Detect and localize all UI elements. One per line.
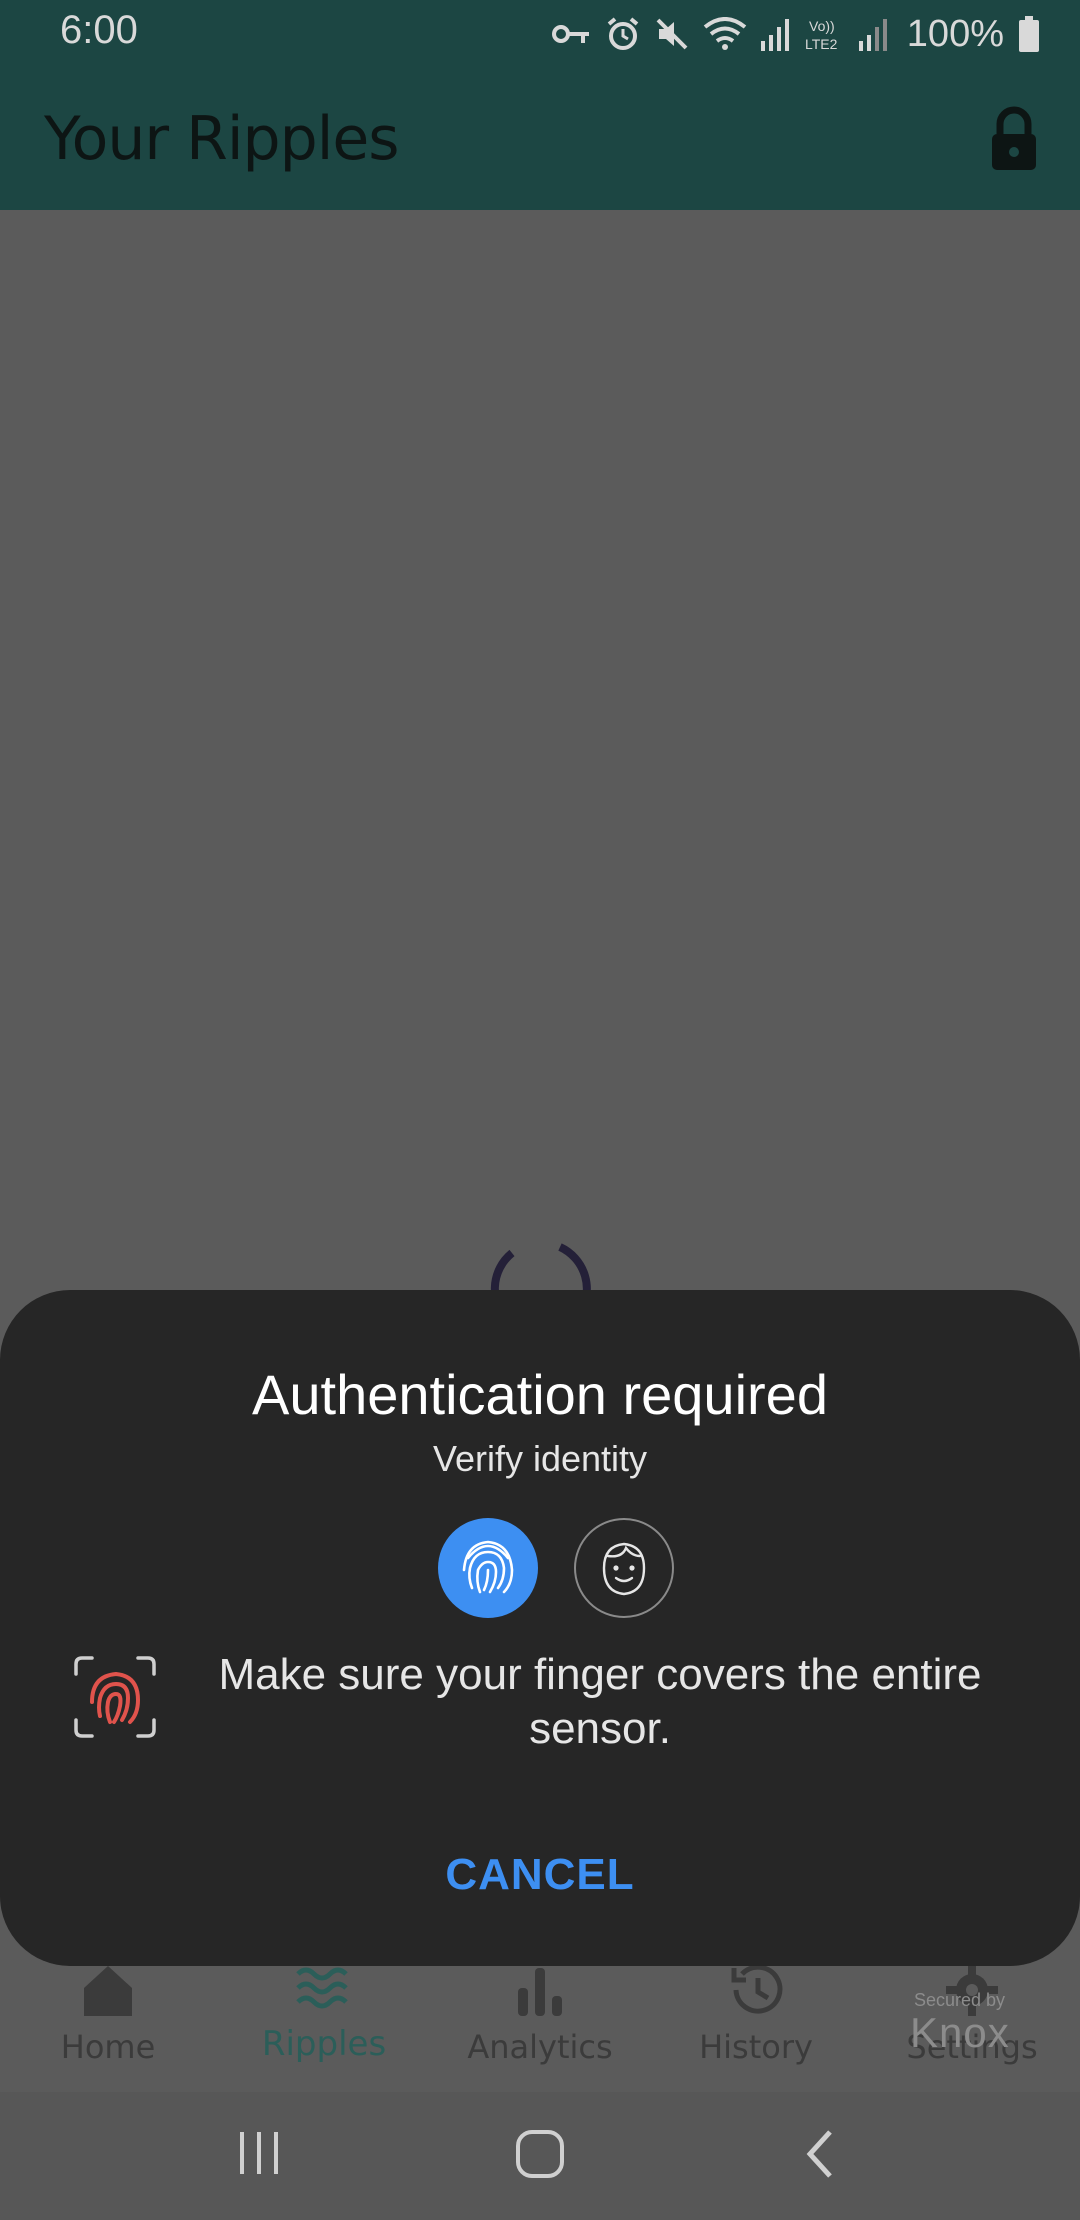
status-time: 6:00 (60, 8, 138, 52)
lock-icon (992, 106, 1036, 170)
fingerprint-option-button[interactable] (438, 1518, 538, 1618)
knox-brand: Knox (910, 2009, 1010, 2056)
cancel-button[interactable]: CANCEL (340, 1830, 740, 1920)
battery-icon (1019, 16, 1039, 52)
auth-dialog: Authentication required Verify identity (0, 1290, 1080, 1966)
home-icon (84, 1966, 132, 2016)
face-option-button[interactable] (574, 1518, 674, 1618)
app-bar: Your Ripples (0, 68, 1080, 210)
nav-label: Analytics (467, 2028, 613, 2066)
status-bar: 6:00 Vo)) LTE2 100% (0, 0, 1080, 68)
auth-hint-text: Make sure your finger covers the entire … (218, 1650, 982, 1753)
face-icon (602, 1542, 646, 1596)
dialog-title: Authentication required (252, 1363, 828, 1426)
back-icon[interactable] (800, 2128, 840, 2180)
svg-text:LTE2: LTE2 (805, 36, 838, 52)
nav-label: History (699, 2028, 813, 2066)
waves-icon (296, 1967, 348, 2009)
home-nav-icon[interactable] (514, 2128, 566, 2180)
knox-watermark: Secured by Knox (910, 1990, 1070, 2057)
signal-icon (760, 19, 789, 51)
nav-label: Home (60, 2028, 156, 2066)
history-icon (731, 1964, 783, 2014)
svg-text:Vo)): Vo)) (809, 18, 835, 34)
fingerprint-icon (462, 1540, 514, 1594)
volte-lte2-icon: Vo)) LTE2 (805, 18, 838, 52)
nav-label: Ripples (261, 2024, 387, 2064)
mute-icon (656, 18, 688, 50)
system-nav-bar (0, 2092, 1080, 2220)
knox-secured-text: Secured by (914, 1990, 1006, 2010)
alarm-icon (607, 17, 639, 50)
signal-icon (858, 19, 887, 51)
wifi-icon (703, 17, 747, 50)
vpn-key-icon (551, 25, 589, 43)
battery-percent: 100% (906, 12, 1004, 55)
bar-chart-icon (518, 1968, 562, 2016)
dialog-subtitle: Verify identity (432, 1438, 648, 1479)
fingerprint-error-icon (74, 1656, 156, 1738)
page-title: Your Ripples (44, 104, 400, 174)
lock-button[interactable] (984, 106, 1044, 172)
recent-apps-icon[interactable] (234, 2128, 284, 2178)
status-icons: Vo)) LTE2 100% (551, 10, 1040, 58)
